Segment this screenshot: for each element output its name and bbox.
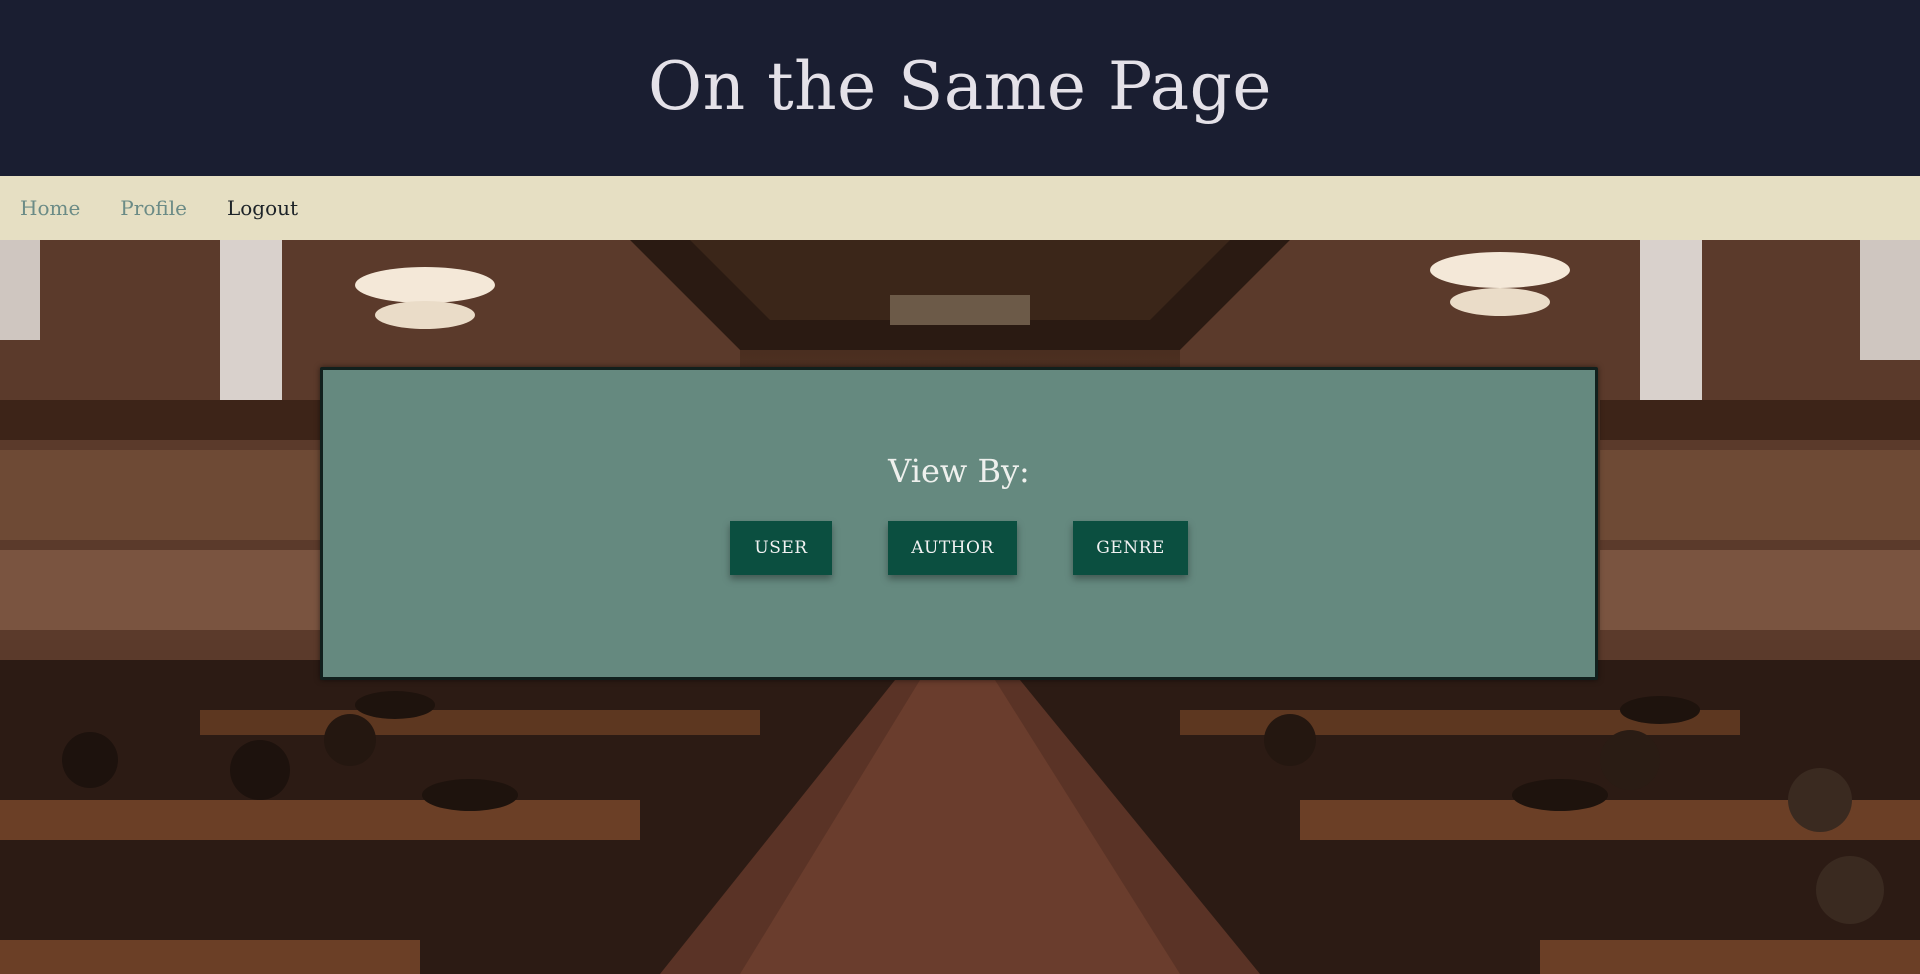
site-title: On the Same Page xyxy=(648,47,1272,125)
site-header: On the Same Page xyxy=(0,0,1920,176)
view-by-genre-button[interactable]: GENRE xyxy=(1073,521,1188,575)
view-by-panel: View By: USER AUTHOR GENRE xyxy=(320,367,1598,680)
view-by-author-button[interactable]: AUTHOR xyxy=(888,521,1017,575)
view-by-heading: View By: xyxy=(888,452,1030,490)
nav-link-home[interactable]: Home xyxy=(20,196,80,220)
nav-link-logout[interactable]: Logout xyxy=(227,196,298,220)
nav-link-profile[interactable]: Profile xyxy=(120,196,187,220)
view-by-user-button[interactable]: USER xyxy=(730,521,832,575)
nav-bar: Home Profile Logout xyxy=(0,176,1920,240)
